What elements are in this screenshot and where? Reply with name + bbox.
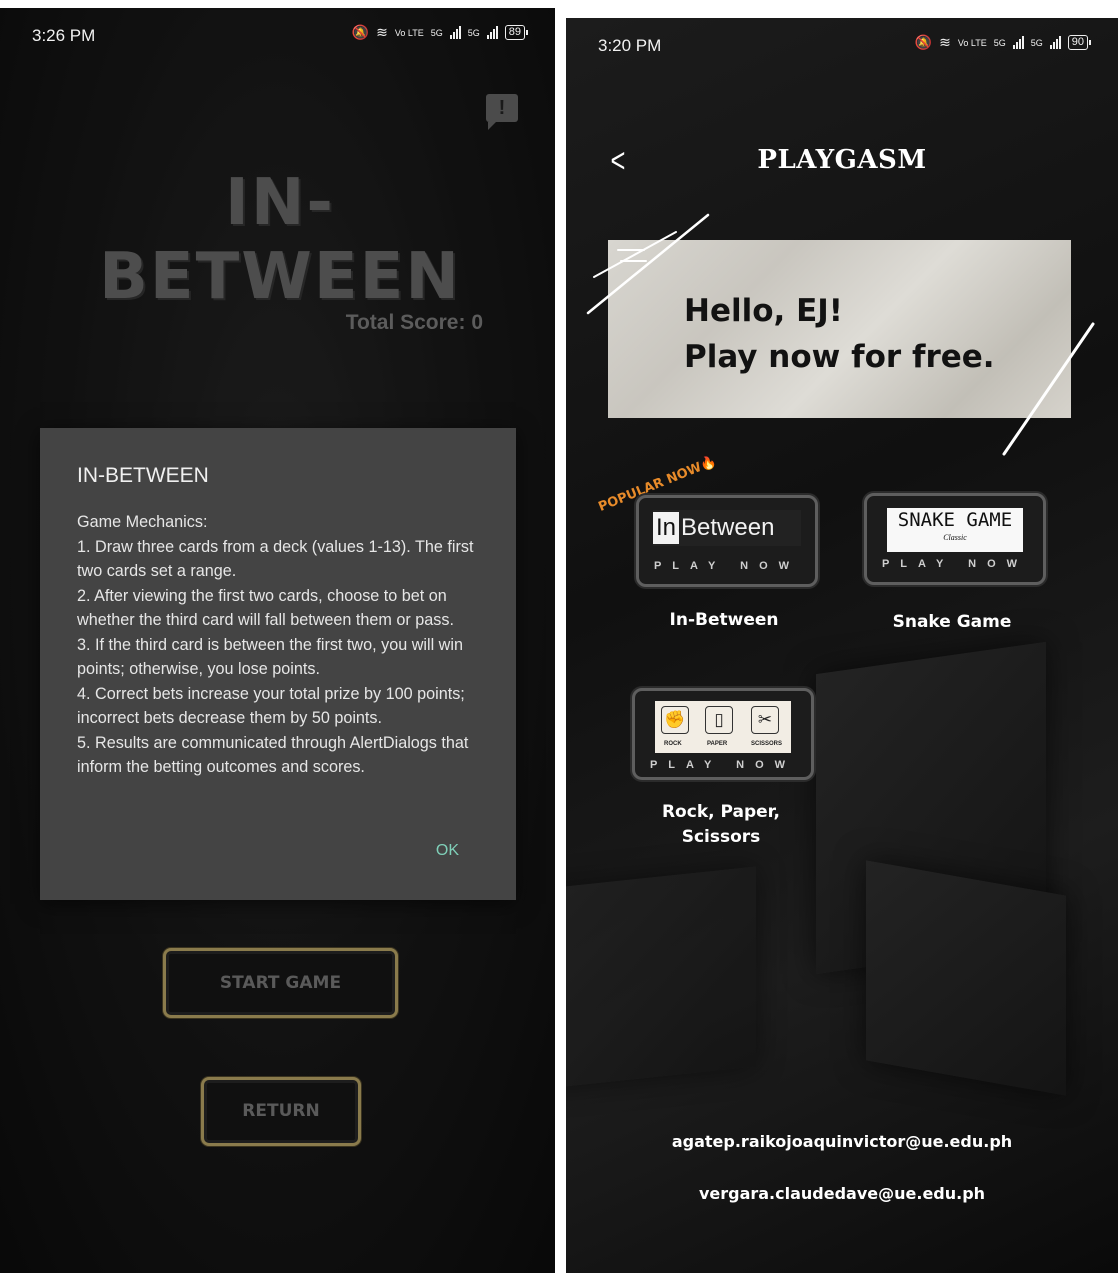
playgasm-home-screen: 3:20 PM 🔕 ≋ Vo LTE 5G 5G 90 < PLAYGASM H…	[566, 18, 1118, 1273]
dialog-heading: Game Mechanics:	[77, 513, 208, 531]
game-label-rps-line1: Rock, Paper,	[661, 802, 781, 822]
game-label-in-between[interactable]: In-Between	[636, 610, 812, 630]
logo-snake-sub: Classic	[943, 533, 967, 542]
signal-icon-2	[486, 26, 498, 39]
rps-word-rock: ROCK	[664, 741, 682, 747]
in-between-logo: In Between	[653, 510, 801, 546]
snake-game-logo: SNAKE GAME Classic	[887, 508, 1023, 552]
rule-item: 3. If the third card is between the firs…	[77, 635, 463, 679]
signal-icon	[449, 26, 461, 39]
game-card-snake[interactable]: SNAKE GAME Classic PLAY NOW	[864, 493, 1046, 585]
logo-snake-title: SNAKE GAME	[897, 509, 1013, 531]
background-cube	[566, 866, 756, 1090]
volte-label: Vo LTE	[394, 27, 424, 38]
dialog-title: IN-BETWEEN	[77, 464, 209, 487]
rules-dialog: IN-BETWEEN Game Mechanics: 1. Draw three…	[40, 428, 516, 900]
paper-icon: ▯	[705, 706, 733, 734]
play-now-label: PLAY NOW	[653, 560, 801, 572]
wifi-icon: ≋	[376, 24, 388, 40]
status-bar: 3:26 PM 🔕 ≋ Vo LTE 5G 5G 89	[0, 8, 555, 48]
rule-item: 2. After viewing the first two cards, ch…	[77, 586, 454, 630]
game-card-in-between[interactable]: In Between PLAY NOW	[636, 495, 818, 587]
game-label-rps[interactable]: Rock, Paper, Scissors	[628, 800, 814, 850]
ok-button[interactable]: OK	[436, 842, 459, 860]
in-between-screen: 3:26 PM 🔕 ≋ Vo LTE 5G 5G 89 ! IN-BETWEEN…	[0, 8, 555, 1273]
total-score: Total Score: 0	[345, 311, 483, 334]
play-now-label: PLAY NOW	[881, 558, 1029, 570]
rule-item: 1. Draw three cards from a deck (values …	[77, 537, 474, 581]
contact-email[interactable]: agatep.raikojoaquinvictor@ue.edu.ph	[566, 1132, 1118, 1151]
status-icons: 🔕 ≋ Vo LTE 5G 5G 89	[351, 24, 529, 41]
bell-muted-icon: 🔕	[351, 24, 370, 40]
return-button[interactable]: RETURN	[201, 1077, 361, 1146]
start-game-button[interactable]: START GAME	[163, 948, 398, 1018]
status-time: 3:26 PM	[32, 26, 96, 45]
feedback-icon[interactable]: !	[486, 94, 518, 130]
rps-word-scissors: SCISSORS	[751, 741, 783, 747]
rule-item: 5. Results are communicated through Aler…	[77, 733, 469, 777]
game-label-snake[interactable]: Snake Game	[864, 612, 1040, 632]
logo-between: Between	[681, 514, 775, 541]
rps-logo: ✊ ▯ ✂ ROCK PAPER SCISSORS	[655, 701, 791, 753]
contact-email[interactable]: vergara.claudedave@ue.edu.ph	[566, 1184, 1118, 1203]
network-5g-label-2: 5G	[467, 27, 480, 38]
decorative-scribble-lines	[586, 213, 1095, 456]
game-card-rock-paper-scissors[interactable]: ✊ ▯ ✂ ROCK PAPER SCISSORS PLAY NOW	[632, 688, 814, 780]
rps-word-paper: PAPER	[707, 741, 728, 747]
network-5g-label: 5G	[430, 27, 443, 38]
rule-item: 4. Correct bets increase your total priz…	[77, 684, 465, 728]
logo-in: In	[653, 512, 680, 544]
game-title: IN-BETWEEN	[99, 166, 461, 314]
dialog-body: Game Mechanics: 1. Draw three cards from…	[77, 510, 487, 780]
play-now-label: PLAY NOW	[649, 759, 797, 771]
game-label-rps-line2: Scissors	[681, 827, 761, 847]
battery-icon: 89	[504, 25, 529, 40]
background-cube	[866, 860, 1066, 1096]
scissors-icon: ✂	[751, 706, 779, 734]
rock-hand-icon: ✊	[661, 706, 689, 734]
